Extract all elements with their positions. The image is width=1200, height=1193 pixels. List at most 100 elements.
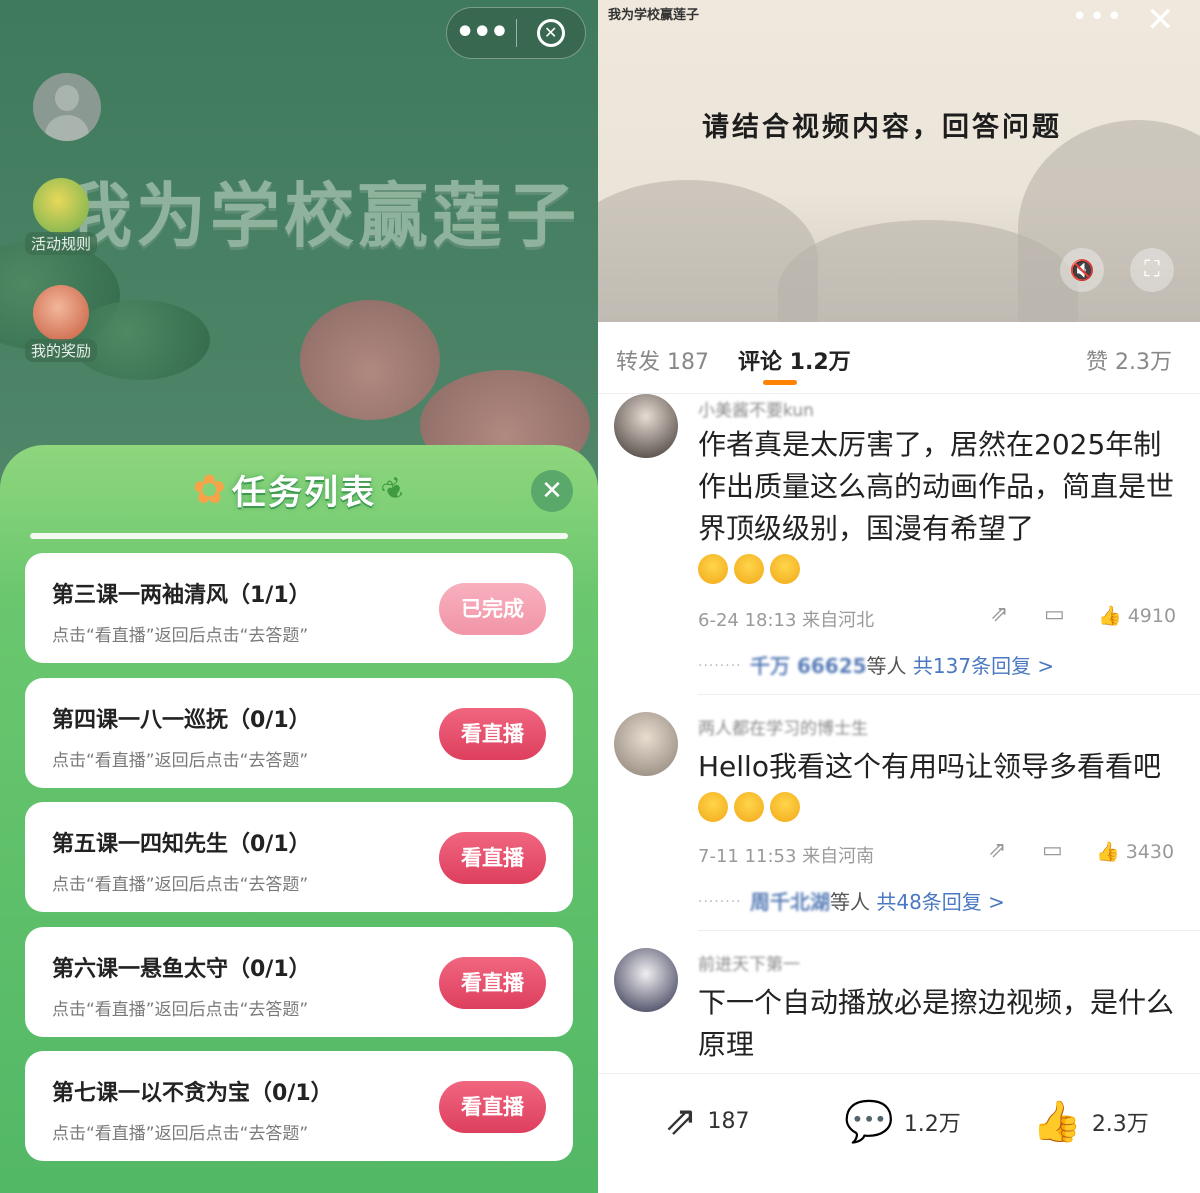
- watch-live-button[interactable]: 看直播: [439, 1081, 546, 1133]
- comment-divider: [698, 694, 1200, 695]
- sheet-divider: [30, 533, 568, 539]
- comment-text: 作者真是太厉害了，居然在2025年制作出质量这么高的动画作品，简直是世界顶级级别…: [698, 424, 1188, 592]
- task-title: 第三课一两袖清风（1/1）: [52, 583, 311, 608]
- tab-comments[interactable]: 评论 1.2万: [738, 344, 851, 376]
- share-icon: ⇗: [664, 1098, 698, 1144]
- reply-icon[interactable]: ▭: [1042, 838, 1063, 863]
- close-miniapp-button[interactable]: ✕: [517, 19, 586, 47]
- commenter-avatar[interactable]: [614, 948, 678, 1012]
- forward-icon[interactable]: ⇗: [988, 838, 1006, 863]
- rewards-label: 我的奖励: [24, 339, 97, 362]
- like-button[interactable]: 👍 4910: [1098, 604, 1176, 627]
- task-card: 第六课一悬鱼太守（0/1） 点击“看直播”返回后点击“去答题” 看直播: [25, 927, 573, 1037]
- replies-summary[interactable]: 千万 66625等人 共137条回复 >: [750, 650, 1054, 679]
- comment-text: 下一个自动播放必是擦边视频，是什么原理: [698, 986, 1175, 1061]
- like-button[interactable]: 👍 3430: [1096, 840, 1174, 863]
- banner-title: 我为学校赢莲子: [62, 174, 580, 257]
- gift-icon: [33, 285, 89, 341]
- share-count: 187: [707, 1108, 750, 1134]
- laugh-cry-emoji-icon: [770, 792, 800, 822]
- reply-users: 千万 66625: [750, 654, 867, 678]
- reply-icon[interactable]: ▭: [1044, 602, 1065, 627]
- task-hint: 点击“看直播”返回后点击“去答题”: [52, 1000, 309, 1020]
- comment-body: Hello我看这个有用吗让领导多看看吧: [698, 750, 1161, 783]
- like-button[interactable]: 👍 2.3万: [1032, 1098, 1149, 1145]
- leaf-icon: ❦: [375, 469, 413, 510]
- rewards-button[interactable]: 我的奖励: [21, 285, 101, 362]
- task-title: 第六课一悬鱼太守（0/1）: [52, 957, 311, 982]
- task-hint: 点击“看直播”返回后点击“去答题”: [52, 751, 309, 771]
- laugh-cry-emoji-icon: [698, 554, 728, 584]
- task-title: 第七课一以不贪为宝（0/1）: [52, 1081, 333, 1106]
- task-card: 第四课一八一巡抚（0/1） 点击“看直播”返回后点击“去答题” 看直播: [25, 678, 573, 788]
- task-hint: 点击“看直播”返回后点击“去答题”: [52, 875, 309, 895]
- replies-summary[interactable]: 周千北湖等人 共48条回复 >: [750, 886, 1005, 915]
- task-title: 第四课一八一巡抚（0/1）: [52, 708, 311, 733]
- commenter-name[interactable]: 小美酱不要kun: [698, 396, 814, 421]
- like-count: 2.3万: [1091, 1111, 1149, 1137]
- watch-live-button[interactable]: 看直播: [439, 708, 546, 760]
- reply-suffix: 等人: [866, 654, 907, 678]
- laugh-cry-emoji-icon: [734, 792, 764, 822]
- more-icon[interactable]: •••: [447, 7, 516, 59]
- mountain-decoration: [1018, 120, 1200, 322]
- commenter-avatar[interactable]: [614, 394, 678, 458]
- comment-body: 作者真是太厉害了，居然在2025年制作出质量这么高的动画作品，简直是世界顶级级别…: [698, 428, 1175, 545]
- close-sheet-button[interactable]: ✕: [531, 470, 573, 512]
- task-completed-button[interactable]: 已完成: [439, 583, 546, 635]
- lotus-flower-decoration: [300, 300, 440, 420]
- like-count: 4910: [1127, 605, 1177, 627]
- flower-icon: ✿: [192, 466, 227, 513]
- comment-meta: 7-11 11:53 来自河南: [698, 846, 875, 867]
- video-caption: 请结合视频内容，回答问题: [702, 112, 1062, 143]
- post-tabs: 转发 187 评论 1.2万 赞 2.3万: [598, 322, 1200, 394]
- replies-link[interactable]: 共48条回复 >: [876, 890, 1005, 914]
- watch-live-button[interactable]: 看直播: [439, 957, 546, 1009]
- comment-count: 1.2万: [903, 1111, 961, 1137]
- share-button[interactable]: ⇗ 187: [664, 1098, 750, 1144]
- reply-dots: ········: [698, 658, 742, 674]
- weibo-post-panel: 我为学校赢莲子 ••• ✕ 请结合视频内容，回答问题 🔇 ⛶ 转发 187 评论…: [598, 0, 1200, 1193]
- task-title: 第五课一四知先生（0/1）: [52, 832, 311, 857]
- task-list-sheet: ✿ 任务列表 ❦ ✕ 第三课一两袖清风（1/1） 点击“看直播”返回后点击“去答…: [0, 445, 598, 1193]
- rules-label: 活动规则: [24, 232, 97, 255]
- watch-live-button[interactable]: 看直播: [439, 832, 546, 884]
- task-hint: 点击“看直播”返回后点击“去答题”: [52, 626, 309, 646]
- commenter-avatar[interactable]: [614, 712, 678, 776]
- laugh-cry-emoji-icon: [698, 792, 728, 822]
- thumbs-up-icon: 👍: [1096, 841, 1120, 863]
- active-tab-indicator: [763, 380, 797, 385]
- mute-icon[interactable]: 🔇: [1060, 248, 1104, 292]
- tab-forward[interactable]: 转发 187: [616, 344, 709, 376]
- reply-users: 周千北湖: [750, 890, 830, 914]
- activity-panel: ••• ✕ 我为学校赢莲子 活动规则 我的奖励 ✿ 任务列表 ❦ ✕ 第三课一两…: [0, 0, 598, 1193]
- laugh-cry-emoji-icon: [770, 554, 800, 584]
- close-icon: ✕: [541, 476, 563, 506]
- comment-divider: [698, 930, 1200, 931]
- thumbs-up-icon: 👍: [1098, 605, 1122, 627]
- sheet-title: 任务列表: [232, 473, 377, 513]
- comment-icon: 💬: [844, 1099, 894, 1145]
- task-card: 第五课一四知先生（0/1） 点击“看直播”返回后点击“去答题” 看直播: [25, 802, 573, 912]
- comment-button[interactable]: 💬 1.2万: [844, 1098, 961, 1145]
- reply-dots: ········: [698, 894, 742, 910]
- notebook-icon: [33, 178, 89, 234]
- commenter-name[interactable]: 前进天下第一: [698, 950, 800, 975]
- like-count: 3430: [1125, 841, 1175, 863]
- close-icon[interactable]: ✕: [1146, 0, 1175, 40]
- fullscreen-icon[interactable]: ⛶: [1130, 248, 1174, 292]
- bottom-action-bar: ⇗ 187 💬 1.2万 👍 2.3万: [598, 1073, 1200, 1193]
- task-card: 第三课一两袖清风（1/1） 点击“看直播”返回后点击“去答题” 已完成: [25, 553, 573, 663]
- video-player[interactable]: 我为学校赢莲子 ••• ✕ 请结合视频内容，回答问题 🔇 ⛶: [598, 0, 1200, 322]
- reply-suffix: 等人: [830, 890, 870, 914]
- thumbs-up-icon: 👍: [1032, 1099, 1082, 1145]
- sheet-header: ✿ 任务列表 ❦: [0, 465, 598, 514]
- commenter-name[interactable]: 两人都在学习的博士生: [698, 714, 868, 739]
- tab-likes[interactable]: 赞 2.3万: [1086, 344, 1172, 376]
- more-icon[interactable]: •••: [1072, 2, 1124, 32]
- rules-button[interactable]: 活动规则: [21, 178, 101, 255]
- forward-icon[interactable]: ⇗: [990, 602, 1008, 627]
- comment-meta: 6-24 18:13 来自河北: [698, 610, 875, 631]
- user-avatar[interactable]: [33, 73, 101, 141]
- replies-link[interactable]: 共137条回复 >: [913, 654, 1054, 678]
